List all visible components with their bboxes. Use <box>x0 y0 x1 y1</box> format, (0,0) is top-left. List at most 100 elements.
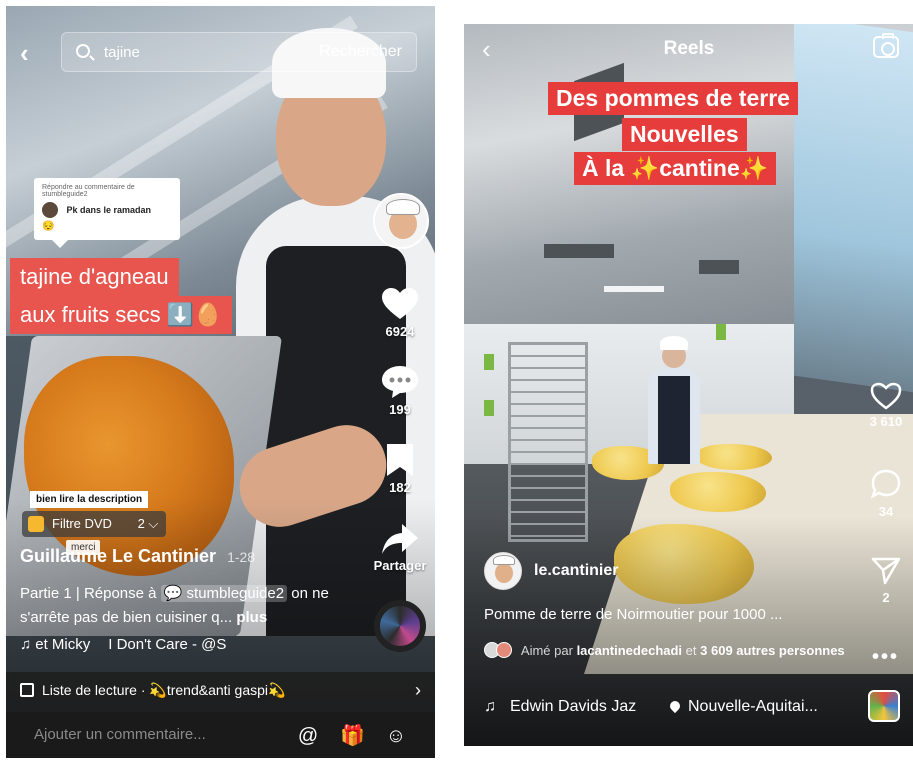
playlist-icon <box>20 683 34 697</box>
filter-chip[interactable]: Filtre DVD 2 ⌵ <box>22 511 167 537</box>
reply-emoji: 😔 <box>42 221 55 232</box>
music-note-icon: ♫ <box>20 636 32 653</box>
reel-caption-line-1: Des pommes de terre <box>548 82 798 115</box>
reels-screen: ‹ Reels Des pommes de terre Nouvelles À … <box>464 24 913 746</box>
liker-avatars <box>484 642 514 658</box>
comment-bubble-icon <box>382 366 418 398</box>
save-count: 182 <box>389 480 411 495</box>
location-row[interactable]: Nouvelle-Aquitai... <box>667 698 818 716</box>
audio-thumbnail[interactable] <box>868 690 900 722</box>
share-arrow-icon <box>382 524 418 554</box>
liked-by-count[interactable]: 3 609 autres personnes <box>700 643 845 658</box>
mention-icon[interactable]: @ <box>296 724 320 748</box>
avatar-chef-hat <box>386 199 420 215</box>
liked-by-prefix: Aimé par <box>520 643 573 658</box>
reel-description[interactable]: Pomme de terre de Noirmoutier pour 1000 … <box>484 606 782 623</box>
commenter-avatar <box>42 201 58 218</box>
save-button[interactable]: 182 <box>372 444 428 495</box>
music-row[interactable]: ♫ et Micky I Don't Care - @S <box>20 636 226 653</box>
reel-caption-line-2: Nouvelles <box>622 118 747 151</box>
creator-avatar[interactable] <box>484 552 522 590</box>
reply-comment-card: Répondre au commentaire de stumbleguide2… <box>34 178 180 248</box>
comment-button[interactable]: 199 <box>372 366 428 417</box>
back-arrow-icon[interactable]: ‹ <box>20 38 29 69</box>
page-title: Reels <box>663 38 715 59</box>
mention-link[interactable]: 💬 stumbleguide2 <box>160 585 288 602</box>
description-sticker: bien lire la description <box>30 491 149 508</box>
part-label: Partie 1 <box>20 585 72 602</box>
wall-tile-green <box>484 354 494 370</box>
tray-rack <box>508 342 588 542</box>
search-bar[interactable]: tajine Rechercher <box>61 32 417 72</box>
wall-tile-green <box>716 324 726 340</box>
audio-row[interactable]: ♫ Edwin Davids Jaz <box>484 698 636 716</box>
wall-tile-green <box>484 400 494 416</box>
potato-pile <box>670 472 766 512</box>
comment-count: 34 <box>878 504 894 519</box>
like-button[interactable]: 6924 <box>372 288 428 339</box>
cook-apron <box>658 376 690 464</box>
share-button[interactable]: 2 <box>862 556 910 605</box>
avatar-chef-hat <box>493 555 515 565</box>
reply-header: Répondre au commentaire de stumbleguide2 <box>42 184 135 198</box>
liked-by-row[interactable]: Aimé par lacantinedechadi et 3 609 autre… <box>484 642 864 660</box>
ceiling-vent <box>699 260 739 274</box>
comment-input[interactable]: Ajouter un commentaire... <box>34 726 206 743</box>
filter-count: 2 ⌵ <box>137 516 159 531</box>
like-count: 6924 <box>385 324 415 339</box>
reply-comment-text: Pk dans le ramadan <box>66 204 151 215</box>
creator-avatar[interactable] <box>373 193 429 249</box>
search-button[interactable]: Rechercher <box>319 43 402 61</box>
author-row[interactable]: Guillaume Le Cantinier 1-28 <box>20 546 255 567</box>
comment-count: 199 <box>389 402 411 417</box>
reel-caption-line-3: À la ✨cantine✨ <box>574 152 777 185</box>
search-icon <box>76 44 90 58</box>
filter-label: Filtre DVD <box>52 516 112 531</box>
share-count: 2 <box>882 590 890 605</box>
post-date: 1-28 <box>227 549 256 565</box>
like-count: 3 610 <box>869 414 903 429</box>
liked-by-middle: et <box>685 643 697 658</box>
comment-outline-icon <box>870 469 901 499</box>
reply-prefix: Réponse à <box>83 585 157 602</box>
playlist-label: Liste de lecture · 💫trend&anti gaspi💫 <box>42 682 286 698</box>
video-caption-line-2: aux fruits secs ⬇️🥚 <box>10 296 232 334</box>
heart-outline-icon <box>870 382 902 410</box>
send-icon <box>871 557 901 585</box>
liked-by-user[interactable]: lacantinedechadi <box>577 643 682 658</box>
tiktok-screen: ‹ tajine Rechercher Répondre au commenta… <box>6 6 435 758</box>
ceiling-vent <box>544 244 614 258</box>
more-options-icon[interactable]: ••• <box>872 646 899 669</box>
video-description: Partie 1 | Réponse à 💬 stumbleguide2 on … <box>20 585 329 626</box>
playlist-bar[interactable]: Liste de lecture · 💫trend&anti gaspi💫 › <box>6 672 435 712</box>
merci-sticker: merci <box>66 540 101 555</box>
music-disc-icon[interactable] <box>374 600 426 652</box>
search-input[interactable]: tajine <box>104 44 140 61</box>
location-name: Nouvelle-Aquitai... <box>688 698 818 715</box>
audio-title: Edwin Davids Jaz <box>510 698 637 715</box>
music-title: I Don't Care - @S <box>108 636 227 653</box>
author-name[interactable]: Guillaume Le Cantinier <box>20 546 216 566</box>
camera-icon[interactable] <box>873 33 899 58</box>
potato-pile <box>696 444 772 470</box>
music-note-icon: ♫ <box>484 698 496 715</box>
more-link[interactable]: plus <box>236 609 267 626</box>
avatar-face <box>495 563 513 583</box>
cook-figure <box>642 336 706 464</box>
location-pin-icon <box>667 698 683 714</box>
ceiling-light <box>604 286 664 292</box>
gift-icon[interactable]: 🎁 <box>340 724 365 748</box>
emoji-icon[interactable]: ☺ <box>384 724 408 748</box>
music-artists: et Micky <box>35 636 91 653</box>
mention-username[interactable]: stumbleguide2 <box>187 585 285 602</box>
like-button[interactable]: 3 610 <box>862 382 910 429</box>
bookmark-icon <box>387 444 413 476</box>
comment-bar: Ajouter un commentaire... @ 🎁 ☺ <box>6 712 435 758</box>
username[interactable]: le.cantinier <box>534 562 618 580</box>
comment-button[interactable]: 34 <box>862 468 910 519</box>
share-button[interactable]: Partager <box>362 524 435 573</box>
chevron-right-icon: › <box>415 680 421 700</box>
filter-icon <box>28 516 44 532</box>
heart-icon <box>382 288 418 319</box>
cook-hat <box>660 336 688 350</box>
